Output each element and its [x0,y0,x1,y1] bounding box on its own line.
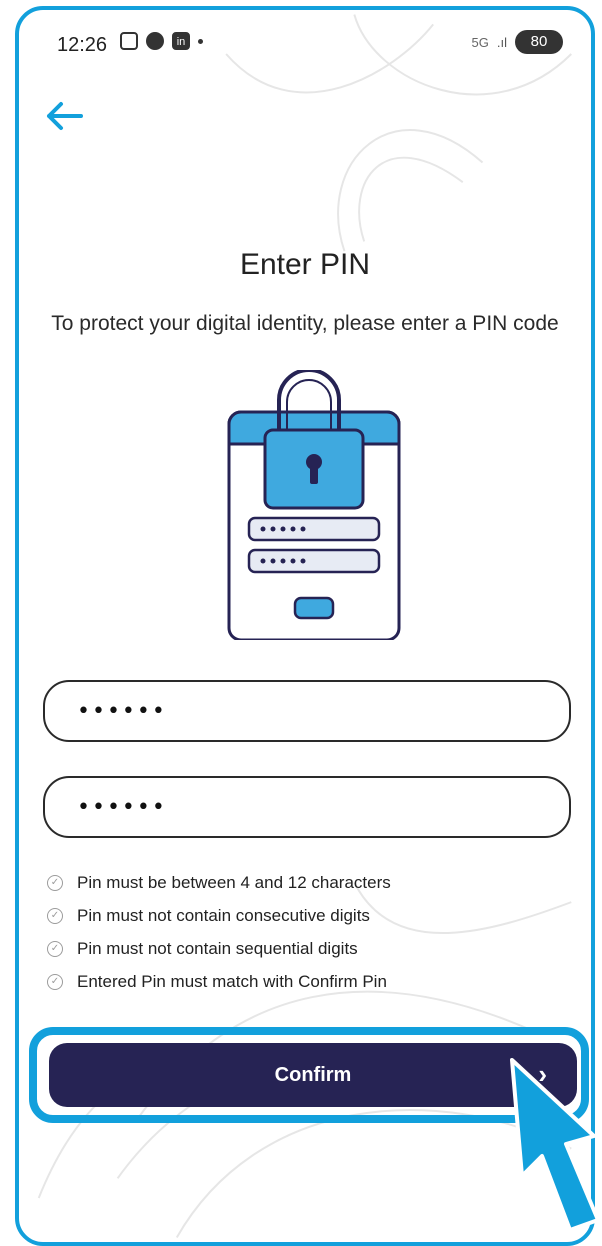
page-subtitle: To protect your digital identity, please… [51,312,559,335]
battery-indicator: 80 [515,30,563,54]
notification-icons: in [120,32,203,50]
linkedin-icon: in [172,32,190,50]
pointer-arrow-icon [510,1058,600,1232]
system-indicators: 5G .ıl 80 [472,30,563,54]
pin-rule-text: Entered Pin must match with Confirm Pin [77,971,387,991]
confirm-pin-input[interactable] [75,793,569,821]
status-time: 12:26 [57,34,108,56]
screenshot-icon [120,32,138,50]
pin-field[interactable] [43,680,571,742]
page-title: Enter PIN [239,248,371,281]
status-bar: 12:26 in 5G .ıl 80 [19,10,591,90]
network-type: 5G [471,34,489,50]
confirm-pin-field[interactable] [43,776,571,838]
check-circle-icon: ✓ [47,907,63,924]
pin-rule: ✓ Entered Pin must match with Confirm Pi… [47,965,391,998]
pin-input[interactable] [75,697,569,725]
pin-rule-text: Pin must not contain sequential digits [77,938,358,958]
pin-rule-text: Pin must not contain consecutive digits [77,905,370,925]
check-circle-icon: ✓ [47,973,63,990]
lock-form-illustration [227,370,401,640]
arrow-left-icon [47,102,83,130]
confirm-button-label: Confirm [274,1063,352,1086]
pin-rule-text: Pin must be between 4 and 12 characters [77,872,391,892]
pin-rules-list: ✓ Pin must be between 4 and 12 character… [47,866,391,998]
signal-icon: .ıl [496,34,507,50]
check-circle-icon: ✓ [47,940,63,957]
confirm-button[interactable]: Confirm › [49,1043,577,1107]
confirm-highlight: Confirm › [29,1027,589,1123]
check-circle-icon: ✓ [47,874,63,891]
pin-rule: ✓ Pin must not contain sequential digits [47,932,391,965]
back-button[interactable] [41,98,85,134]
pin-rule: ✓ Pin must be between 4 and 12 character… [47,866,391,899]
chat-icon [146,32,164,50]
more-notifications-icon [198,38,203,44]
pin-rule: ✓ Pin must not contain consecutive digit… [47,899,391,932]
